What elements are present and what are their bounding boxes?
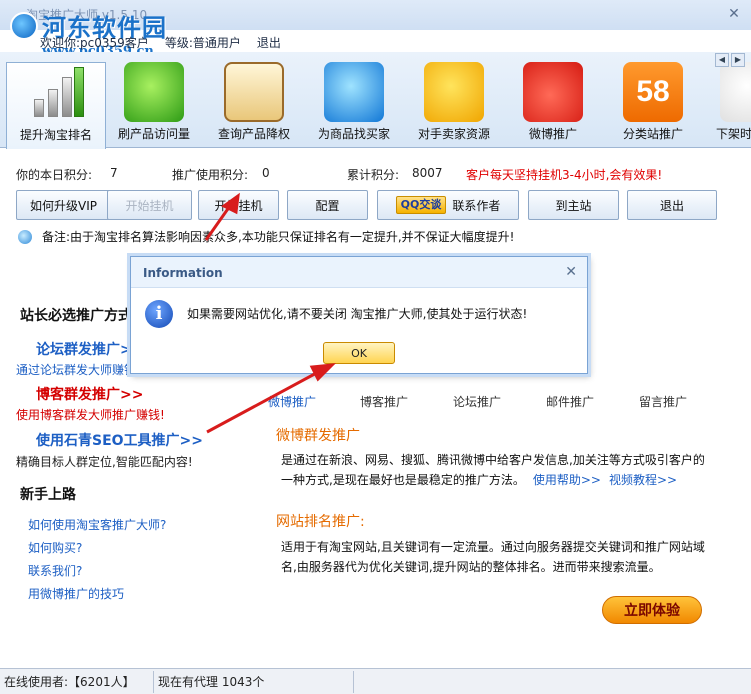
- weibo-section-text: 是通过在新浪、网易、搜狐、腾讯微博中给客户发信息,加关注等方式吸引客户的一种方式…: [281, 450, 706, 490]
- scroll-right-icon[interactable]: ▶: [731, 53, 745, 67]
- dialog-message: 如果需要网站优化,请不要关闭 淘宝推广大师,使其处于运行状态!: [187, 307, 528, 321]
- tab-email[interactable]: 邮件推广: [546, 393, 594, 410]
- welcome-text: 欢迎你:pc0359客户: [40, 36, 149, 50]
- today-points-label: 你的本日积分:: [16, 168, 93, 182]
- newbie-link[interactable]: 如何使用淘宝客推广大师?: [28, 516, 166, 533]
- tool-label: 微博推广: [528, 127, 577, 141]
- status-bar: 在线使用者:【6201人】 现在有代理 1043个: [0, 668, 751, 694]
- tool-weibo-promo[interactable]: 微博推广: [503, 62, 603, 148]
- dialog-body: i 如果需要网站优化,请不要关闭 淘宝推广大师,使其处于运行状态! OK: [131, 287, 587, 373]
- weibo-icon: [523, 62, 583, 122]
- tool-label: 下架时: [716, 127, 751, 141]
- blog-promo-link[interactable]: 博客群发推广>>: [36, 384, 143, 404]
- upgrade-vip-button[interactable]: 如何升级VIP: [16, 190, 111, 220]
- forum-promo-link[interactable]: 论坛群发推广>: [36, 339, 132, 359]
- tool-delist-time[interactable]: 下架时: [700, 62, 751, 148]
- speech-bubble-icon: [18, 229, 32, 244]
- close-icon[interactable]: ✕: [725, 6, 743, 22]
- download-icon: [720, 62, 751, 122]
- tool-category-promo[interactable]: 58 分类站推广: [603, 62, 703, 148]
- contact-author-label: 联系作者: [452, 198, 501, 213]
- note-text: 备注:由于淘宝排名算法影响因素众多,本功能只保证排名有一定提升,并不保证大幅度提…: [42, 230, 515, 244]
- seo-tool-desc: 精确目标人群定位,智能匹配内容!: [16, 455, 193, 469]
- exit-button[interactable]: 退出: [627, 190, 717, 220]
- left-panel-title: 站长必选推广方式: [20, 308, 132, 324]
- ok-button[interactable]: OK: [323, 342, 395, 364]
- info-icon: i: [145, 300, 173, 328]
- goto-home-button[interactable]: 到主站: [528, 190, 619, 220]
- toolbar-scroll: ◀ ▶: [715, 53, 745, 67]
- newbie-link[interactable]: 如何购买?: [28, 539, 82, 556]
- online-users-text: 在线使用者:【6201人】: [0, 671, 154, 693]
- note-row: 备注:由于淘宝排名算法影响因素众多,本功能只保证排名有一定提升,并不保证大幅度提…: [18, 228, 515, 245]
- status-empty-pane: [354, 671, 751, 693]
- contact-author-button[interactable]: QQ交谈 联系作者: [377, 190, 519, 220]
- forum-promo-desc[interactable]: 通过论坛群发大师赚钱: [16, 361, 136, 378]
- tab-weibo[interactable]: 微博推广: [268, 393, 316, 410]
- site-rank-section-title: 网站排名推广:: [276, 514, 365, 530]
- clipboard-icon: [224, 62, 284, 122]
- newbie-link[interactable]: 联系我们?: [28, 562, 82, 579]
- tool-boost-rank[interactable]: 提升淘宝排名: [6, 62, 106, 149]
- recycle-icon: [124, 62, 184, 122]
- dialog-title: Information: [143, 266, 223, 280]
- scroll-left-icon[interactable]: ◀: [715, 53, 729, 67]
- 58-icon: 58: [623, 62, 683, 122]
- site-rank-section-text: 适用于有淘宝网站,且关键词有一定流量。通过向服务器提交关键词和推广网站域名,由服…: [281, 540, 705, 574]
- information-dialog: Information ✕ i 如果需要网站优化,请不要关闭 淘宝推广大师,使其…: [130, 256, 588, 374]
- blog-promo-desc[interactable]: 使用博客群发大师推广赚钱!: [16, 406, 165, 423]
- total-points-label: 累计积分:: [347, 168, 400, 182]
- newbie-link[interactable]: 用微博推广的技巧: [28, 585, 124, 602]
- tip-text: 客户每天坚持挂机3-4小时,会有效果!: [466, 168, 663, 182]
- agents-count-text: 现在有代理 1043个: [154, 671, 354, 693]
- tool-label: 提升淘宝排名: [19, 128, 92, 142]
- tool-find-buyers[interactable]: 为商品找买家: [304, 62, 404, 148]
- start-hangup-button[interactable]: 开始挂机: [198, 190, 279, 220]
- tool-label: 查询产品降权: [217, 127, 290, 141]
- tab-blog[interactable]: 博客推广: [360, 393, 408, 410]
- main-toolbar: 提升淘宝排名 刷产品访问量 查询产品降权 为商品找买家 对手卖家资源 微博推广 …: [0, 52, 751, 149]
- level-text: 等级:普通用户: [164, 36, 241, 50]
- user-bar: 欢迎你:pc0359客户 等级:普通用户 退出: [40, 34, 281, 51]
- total-points-value: 8007: [412, 166, 443, 180]
- tool-label: 为商品找买家: [317, 127, 390, 141]
- dialog-close-icon[interactable]: ✕: [565, 264, 577, 280]
- tool-product-visits[interactable]: 刷产品访问量: [104, 62, 204, 148]
- video-tutorial-link[interactable]: 视频教程>>: [609, 473, 677, 487]
- promo-points-value: 0: [262, 166, 270, 180]
- tab-forum[interactable]: 论坛推广: [453, 393, 501, 410]
- bar-chart-icon: [26, 63, 86, 123]
- tool-label: 对手卖家资源: [417, 127, 490, 141]
- seo-tool-link[interactable]: 使用石青SEO工具推广>>: [36, 430, 203, 450]
- qq-chat-badge: QQ交谈: [395, 196, 447, 214]
- promo-points-label: 推广使用积分:: [172, 168, 249, 182]
- tab-message[interactable]: 留言推广: [639, 393, 687, 410]
- tool-label: 刷产品访问量: [117, 127, 190, 141]
- tool-check-demotion[interactable]: 查询产品降权: [204, 62, 304, 148]
- logout-link[interactable]: 退出: [257, 34, 281, 51]
- tool-label: 分类站推广: [622, 127, 683, 141]
- config-button[interactable]: 配置: [287, 190, 368, 220]
- try-now-button[interactable]: 立即体验: [602, 596, 702, 624]
- qq-icon: [324, 62, 384, 122]
- tool-competitor-resources[interactable]: 对手卖家资源: [404, 62, 504, 148]
- watermark-logo-icon: [10, 11, 38, 40]
- help-link[interactable]: 使用帮助>>: [533, 473, 601, 487]
- sunglasses-face-icon: [424, 62, 484, 122]
- newbie-title: 新手上路: [20, 487, 76, 503]
- weibo-section-title: 微博群发推广: [276, 428, 360, 444]
- stop-hangup-button[interactable]: 开始挂机: [107, 190, 192, 220]
- today-points-value: 7: [110, 166, 118, 180]
